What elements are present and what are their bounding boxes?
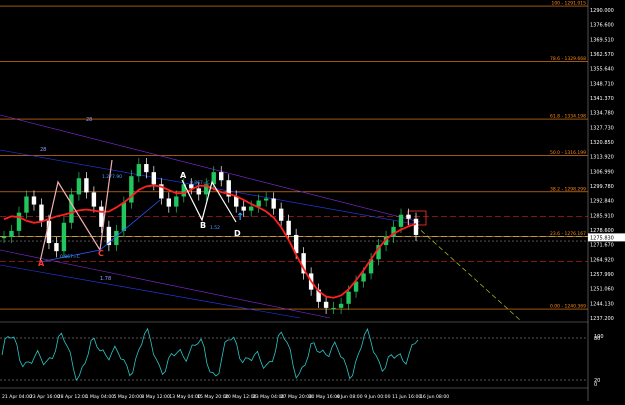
annotation-1: 0.867=C	[60, 254, 80, 260]
price-tick-18: 1257.990	[590, 272, 614, 278]
annotation-2: 1.52	[210, 225, 220, 231]
price-tick-6: 1341.370	[590, 96, 614, 102]
time-tick-2: 28 Apr 12:00	[58, 394, 88, 400]
time-tick-1: 23 Apr 16:00	[30, 394, 60, 400]
price-tick-16: 1271.670	[590, 243, 614, 249]
chart-canvas[interactable]: 100 - 1291.015 78.6 - 1329.668 61.8 - 1334…	[0, 0, 625, 401]
time-tick-7: 15 May 20:00	[197, 394, 229, 400]
candle-body	[9, 230, 14, 237]
pattern-point-2: A	[180, 171, 187, 180]
candle-body	[84, 178, 89, 193]
fib-label-0: 100 - 1291.015	[551, 1, 586, 7]
candle-body	[61, 222, 67, 252]
annotation-3: 0.867=C	[190, 180, 210, 186]
price-tick-17: 1264.920	[590, 257, 614, 263]
fib-label-6: 0.00 - 1240.369	[550, 304, 586, 310]
candle-body	[54, 243, 59, 252]
candle-body	[331, 307, 336, 310]
price-tick-2: 1369.510	[590, 37, 614, 43]
time-tick-8: 20 May 12:00	[225, 394, 257, 400]
candle-body	[361, 273, 366, 282]
annotation-6: 1.78	[100, 276, 111, 282]
candle-body	[263, 198, 269, 201]
pattern-point-4: D	[234, 229, 241, 238]
price-tick-11: 1306.990	[590, 169, 614, 175]
time-tick-3: 1 May 04:00	[86, 394, 115, 400]
time-tick-4: 5 May 20:00	[113, 394, 142, 400]
price-tick-19: 1251.060	[590, 287, 614, 293]
fib-label-1: 78.6 - 1329.668	[550, 56, 586, 62]
price-tick-0: 1290.000	[590, 8, 614, 14]
fib-label-5: 23.6 - 1276.167	[550, 231, 586, 237]
time-tick-6: 13 May 04:00	[169, 394, 201, 400]
osc-label-0: 0	[594, 382, 597, 388]
price-tick-5: 1348.710	[590, 81, 614, 87]
forex-chart-window[interactable]: 100 - 1291.015 78.6 - 1329.668 61.8 - 1334…	[0, 0, 625, 401]
candle-body	[249, 206, 254, 211]
candle-body	[31, 196, 37, 205]
osc-label-80: 80	[594, 336, 600, 342]
price-tick-9: 1320.850	[590, 140, 614, 146]
candle-body	[413, 218, 419, 235]
candle-body	[338, 303, 344, 308]
price-tick-21: 1237.200	[590, 316, 614, 322]
candle-body	[256, 200, 261, 207]
candle-body	[136, 164, 142, 177]
time-tick-11: 30 May 16:00	[309, 394, 341, 400]
candle-body	[76, 178, 82, 195]
annotation-4: 28	[86, 117, 92, 123]
candle-body	[174, 196, 179, 207]
fib-label-2: 61.8 - 1334.198	[550, 114, 586, 120]
candle-body	[24, 196, 29, 213]
candle-body	[234, 196, 239, 207]
current-price-label: 1275.830	[590, 235, 614, 241]
candle-body	[271, 198, 276, 209]
candle-body	[398, 214, 404, 227]
pattern-point-1: C	[98, 249, 104, 258]
candle-body	[219, 172, 224, 181]
candle-body	[323, 301, 329, 308]
candle-body	[278, 208, 284, 221]
candle-body	[196, 188, 201, 195]
time-tick-10: 27 May 20:00	[281, 394, 313, 400]
price-tick-1: 1376.600	[590, 23, 614, 29]
candle-body	[1, 236, 7, 239]
candle-body	[91, 192, 97, 207]
price-tick-7: 1334.780	[590, 111, 614, 117]
time-tick-15: 16 Jun 08:00	[420, 394, 449, 400]
candle-body	[144, 164, 149, 173]
fib-label-4: 38.2 - 1298.299	[550, 186, 586, 192]
time-tick-9: 23 May 04:00	[253, 394, 285, 400]
price-tick-8: 1327.730	[590, 125, 614, 131]
candle-body	[346, 291, 351, 304]
price-tick-12: 1299.780	[590, 184, 614, 190]
pattern-point-3: B	[200, 221, 206, 230]
candle-body	[241, 206, 246, 211]
candle-body	[286, 220, 291, 235]
price-tick-20: 1244.130	[590, 301, 614, 307]
annotation-5: 28	[40, 147, 46, 153]
price-tick-15: 1278.600	[590, 228, 614, 234]
time-tick-0: 21 Apr 04:00	[2, 394, 32, 400]
candle-body	[39, 204, 44, 221]
pattern-point-0: A	[38, 259, 45, 268]
price-tick-14: 1285.910	[590, 213, 614, 219]
price-tick-13: 1292.840	[590, 199, 614, 205]
fib-label-3: 50.0 - 1316.199	[550, 150, 586, 156]
candle-body	[151, 172, 157, 185]
annotation-0: 1.277.90	[102, 174, 122, 180]
price-tick-3: 1362.570	[590, 52, 614, 58]
time-tick-13: 9 Jun 00:00	[364, 394, 390, 400]
price-tick-4: 1355.640	[590, 67, 614, 73]
time-tick-12: 4 Jun 08:00	[336, 394, 362, 400]
candle-body	[406, 214, 411, 219]
candle-body	[166, 198, 171, 207]
time-tick-5: 8 May 12:00	[141, 394, 170, 400]
price-tick-10: 1313.920	[590, 155, 614, 161]
candle-body	[69, 194, 74, 223]
time-tick-14: 11 Jun 16:00	[392, 394, 421, 400]
candle-body	[121, 202, 127, 231]
up-arrow-icon: ↑	[236, 212, 244, 223]
candle-body	[16, 212, 22, 231]
